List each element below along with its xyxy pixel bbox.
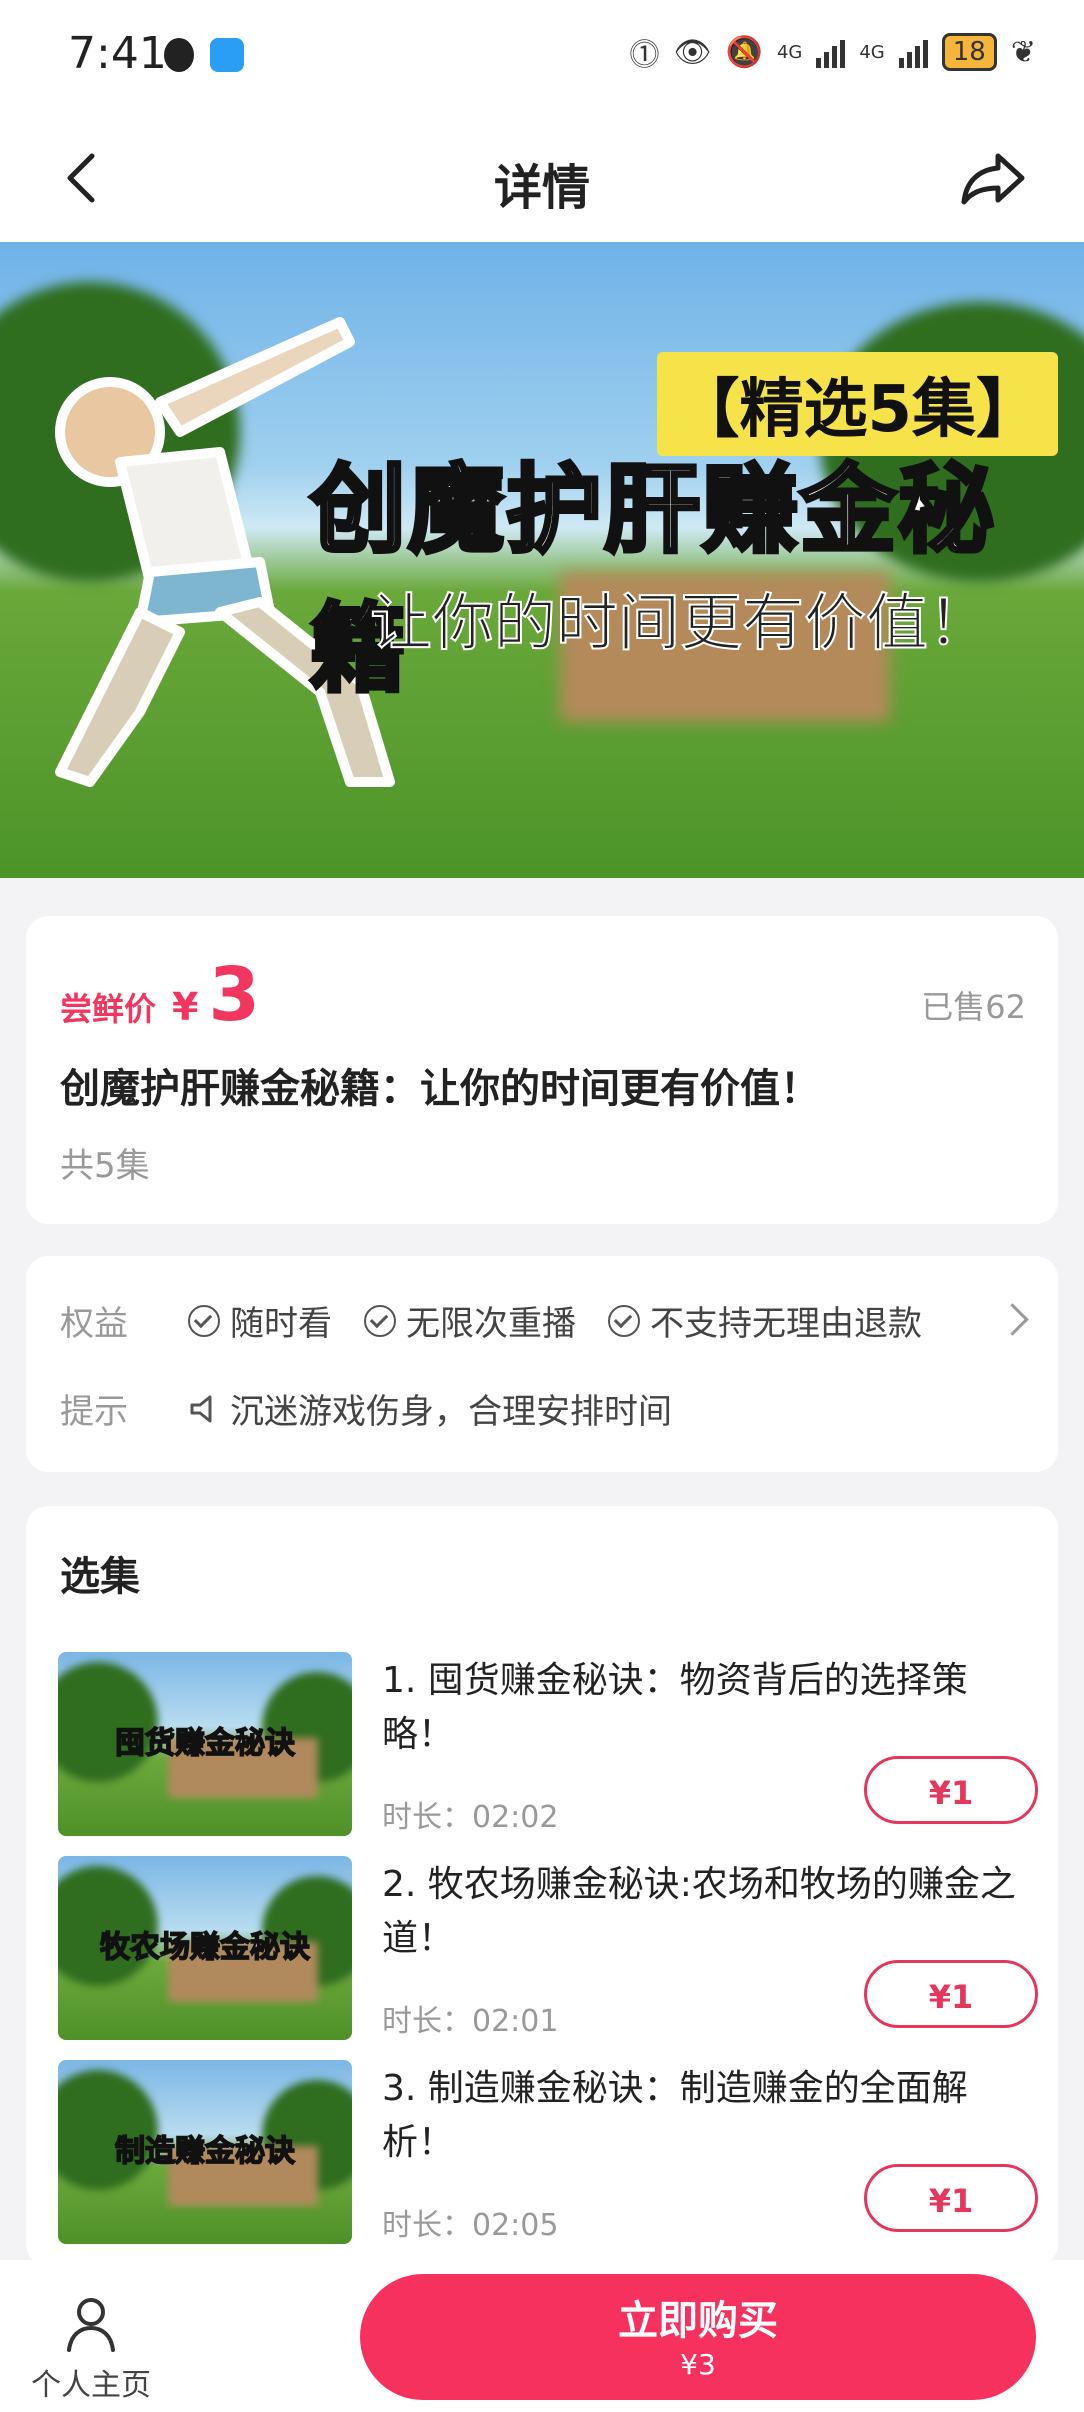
user-icon <box>67 2298 115 2352</box>
episode-item[interactable]: 制造赚金秘诀 3. 制造赚金秘诀：制造赚金的全面解析！ 时长：02:05 ¥1 <box>58 2060 1038 2244</box>
price-value: 3 <box>208 952 260 1038</box>
power-saving-icon: ❦ <box>1010 34 1036 70</box>
episode-duration: 时长：02:05 <box>382 2208 559 2243</box>
sold-count: 已售62 <box>921 988 1026 1026</box>
price-line: 尝鲜价 ¥ 3 <box>60 952 260 1038</box>
episode-title: 3. 制造赚金秘诀：制造赚金的全面解析！ <box>382 2068 968 2163</box>
network-type-1: 4G <box>776 41 803 63</box>
product-info-card: 尝鲜价 ¥ 3 已售62 创魔护肝赚金秘籍：让你的时间更有价值！ 共5集 <box>26 916 1058 1224</box>
episode-price-button[interactable]: ¥1 <box>864 2164 1038 2232</box>
episode-title: 2. 牧农场赚金秘诀:农场和牧场的赚金之道！ <box>382 1864 1016 1959</box>
episode-thumbnail[interactable]: 制造赚金秘诀 <box>58 2060 352 2244</box>
cover-banner: 【精选5集】 创魔护肝赚金秘籍 让你的时间更有价值！ <box>0 242 1084 878</box>
nav-bar: 详情 <box>0 110 1084 242</box>
episode-price-button[interactable]: ¥1 <box>864 1960 1038 2028</box>
tip-row: 提示 沉迷游戏伤身，合理安排时间 <box>60 1384 672 1433</box>
hd-call-icon: ⓵ <box>629 38 660 73</box>
episodes-section-title: 选集 <box>60 1554 140 1600</box>
message-app-icon <box>210 38 244 72</box>
bottom-bar: 个人主页 立即购买 ¥3 <box>0 2260 1084 2412</box>
page-title: 详情 <box>493 160 590 216</box>
check-circle-icon <box>188 1304 220 1337</box>
network-type-2: 4G <box>859 41 885 63</box>
speaker-icon <box>190 1395 212 1422</box>
benefit-item: 随时看 <box>188 1296 332 1345</box>
tip-label: 提示 <box>60 1392 128 1432</box>
course-title: 创魔护肝赚金秘籍：让你的时间更有价值！ <box>60 1066 820 1112</box>
signal-icon <box>898 36 928 68</box>
status-time: 7:41 <box>68 28 167 79</box>
episode-thumbnail[interactable]: 牧农场赚金秘诀 <box>58 1856 352 2040</box>
benefits-row: 权益 随时看 无限次重播 不支持无理由退款 <box>60 1296 954 1345</box>
qq-icon <box>164 38 194 72</box>
episode-item[interactable]: 囤货赚金秘诀 1. 囤货赚金秘诀：物资背后的选择策略！ 时长：02:02 ¥1 <box>58 1652 1038 1836</box>
battery-icon: 18 <box>941 33 997 71</box>
episode-title: 1. 囤货赚金秘诀：物资背后的选择策略！ <box>382 1660 968 1755</box>
benefits-card[interactable]: 权益 随时看 无限次重播 不支持无理由退款 提示 沉迷游戏伤身，合理安排时间 <box>26 1256 1058 1472</box>
banner-title: 创魔护肝赚金秘籍 <box>308 452 996 707</box>
episode-duration: 时长：02:01 <box>382 2004 559 2039</box>
profile-home-label: 个人主页 <box>31 2368 151 2403</box>
episode-thumbnail[interactable]: 囤货赚金秘诀 <box>58 1652 352 1836</box>
status-bar: 7:41 ⓵ 👁 🔕 4G 4G 18 ❦ <box>0 0 1084 110</box>
episode-duration: 时长：02:02 <box>382 1800 559 1835</box>
buy-now-label: 立即购买 <box>618 2298 778 2344</box>
price-label: 尝鲜价 <box>60 990 157 1028</box>
episode-price-button[interactable]: ¥1 <box>864 1756 1038 1824</box>
chevron-right-icon[interactable] <box>996 1303 1029 1336</box>
benefit-item: 无限次重播 <box>364 1296 576 1345</box>
tip-text: 沉迷游戏伤身，合理安排时间 <box>230 1392 672 1432</box>
buy-now-price: ¥3 <box>680 2348 716 2381</box>
profile-home-button[interactable]: 个人主页 <box>26 2296 156 2404</box>
benefit-item: 不支持无理由退款 <box>608 1296 922 1345</box>
check-circle-icon <box>364 1304 396 1337</box>
check-circle-icon <box>608 1304 640 1337</box>
signal-icon <box>816 36 846 68</box>
episode-count: 共5集 <box>60 1146 150 1186</box>
share-icon[interactable] <box>958 148 1028 208</box>
status-indicators: ⓵ 👁 🔕 4G 4G 18 ❦ <box>629 30 1036 74</box>
price-currency: ¥ <box>172 985 199 1029</box>
episodes-card: 选集 囤货赚金秘诀 1. 囤货赚金秘诀：物资背后的选择策略！ 时长：02:02 … <box>26 1506 1058 2266</box>
episode-item[interactable]: 牧农场赚金秘诀 2. 牧农场赚金秘诀:农场和牧场的赚金之道！ 时长：02:01 … <box>58 1856 1038 2040</box>
buy-now-button[interactable]: 立即购买 ¥3 <box>360 2274 1036 2400</box>
mute-bell-icon: 🔕 <box>725 34 763 70</box>
eye-comfort-icon: 👁 <box>673 34 712 70</box>
banner-subtitle: 让你的时间更有价值！ <box>369 585 991 660</box>
benefits-label: 权益 <box>60 1304 128 1344</box>
